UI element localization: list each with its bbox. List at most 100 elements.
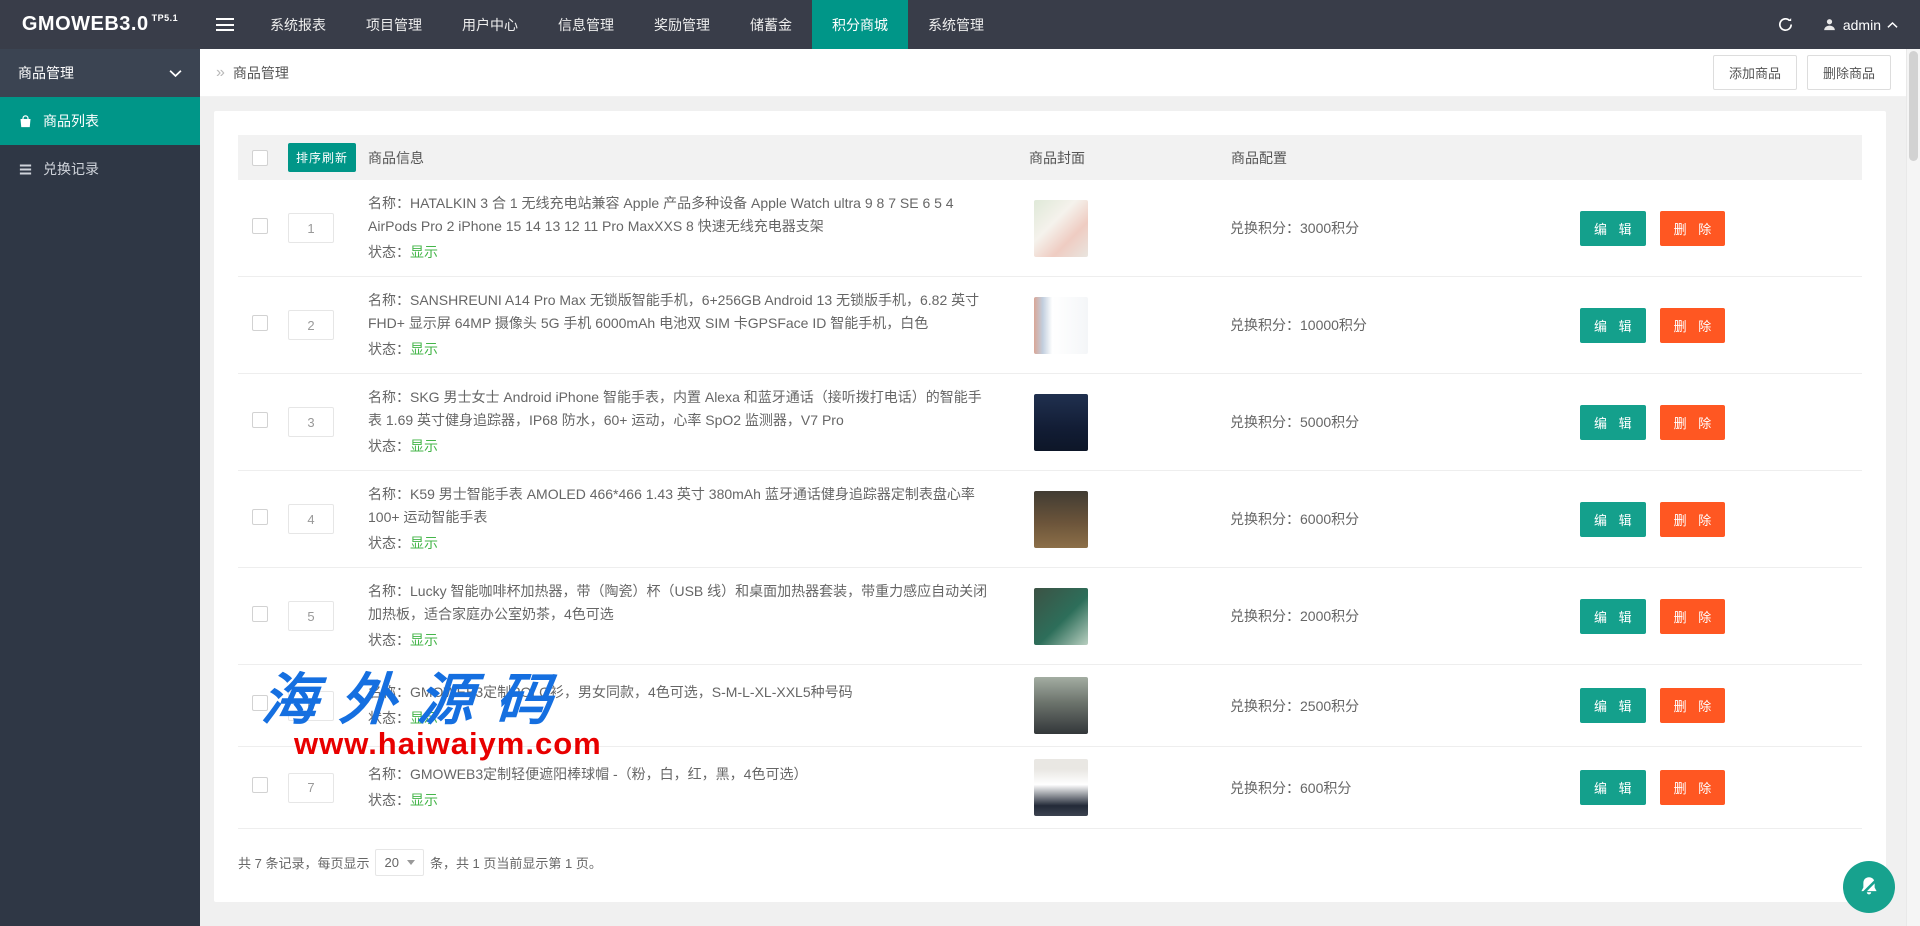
nav-item-system-manage[interactable]: 系统管理 bbox=[908, 0, 1004, 49]
delete-button[interactable]: 删 除 bbox=[1660, 502, 1726, 537]
status-toggle-link[interactable]: 显示 bbox=[410, 244, 438, 260]
name-label: 名称： bbox=[368, 583, 410, 599]
status-toggle-link[interactable]: 显示 bbox=[410, 535, 438, 551]
delete-button[interactable]: 删 除 bbox=[1660, 770, 1726, 805]
table-row: 名称：GMOWEB3定制POLO衫，男女同款，4色可选，S-M-L-XL-XXL… bbox=[238, 665, 1862, 747]
main-area: » 商品管理 添加商品 删除商品 排序刷新 商品信息 商品封面 商品配置 名称：… bbox=[200, 49, 1906, 926]
status-toggle-link[interactable]: 显示 bbox=[410, 792, 438, 808]
vertical-scrollbar[interactable] bbox=[1906, 49, 1920, 926]
table-row: 名称：HATALKIN 3 合 1 无线充电站兼容 Apple 产品多种设备 A… bbox=[238, 180, 1862, 277]
status-label: 状态： bbox=[368, 244, 410, 260]
topbar-right: admin bbox=[1761, 0, 1920, 49]
menu-collapse-button[interactable] bbox=[200, 0, 250, 49]
sort-order-input[interactable] bbox=[288, 601, 334, 631]
edit-button[interactable]: 编 辑 bbox=[1580, 405, 1646, 440]
product-name: GMOWEB3定制轻便遮阳棒球帽 -（粉，白，红，黑，4色可选） bbox=[410, 766, 807, 782]
app-logo: GMOWEB3.0TP5.1 bbox=[0, 0, 200, 49]
sidebar: 商品管理 商品列表 兑换记录 bbox=[0, 49, 200, 926]
delete-button[interactable]: 删 除 bbox=[1660, 688, 1726, 723]
delete-button[interactable]: 删 除 bbox=[1660, 308, 1726, 343]
sort-order-input[interactable] bbox=[288, 691, 334, 721]
product-cover-image bbox=[1034, 759, 1088, 816]
hamburger-icon bbox=[216, 18, 234, 31]
status-label: 状态： bbox=[368, 792, 410, 808]
product-cover-image bbox=[1034, 394, 1088, 451]
sort-refresh-button[interactable]: 排序刷新 bbox=[288, 143, 356, 172]
scrollbar-thumb[interactable] bbox=[1909, 51, 1918, 161]
row-checkbox[interactable] bbox=[252, 695, 268, 711]
per-page-select[interactable]: 20 bbox=[375, 849, 423, 876]
name-label: 名称： bbox=[368, 684, 410, 700]
column-header-product-info: 商品信息 bbox=[368, 148, 1022, 168]
edit-button[interactable]: 编 辑 bbox=[1580, 308, 1646, 343]
user-icon bbox=[1822, 17, 1837, 32]
sidebar-item-goods-list[interactable]: 商品列表 bbox=[0, 97, 200, 145]
status-toggle-link[interactable]: 显示 bbox=[410, 632, 438, 648]
sort-order-input[interactable] bbox=[288, 407, 334, 437]
user-menu[interactable]: admin bbox=[1810, 0, 1920, 49]
bell-off-icon bbox=[1856, 874, 1882, 900]
delete-product-button[interactable]: 删除商品 bbox=[1807, 55, 1891, 90]
delete-button[interactable]: 删 除 bbox=[1660, 405, 1726, 440]
status-toggle-link[interactable]: 显示 bbox=[410, 710, 438, 726]
product-name: HATALKIN 3 合 1 无线充电站兼容 Apple 产品多种设备 Appl… bbox=[368, 195, 954, 234]
bag-icon bbox=[18, 114, 33, 129]
product-cover-image bbox=[1034, 297, 1088, 354]
sidebar-group-goods-manage[interactable]: 商品管理 bbox=[0, 49, 200, 97]
add-product-button[interactable]: 添加商品 bbox=[1713, 55, 1797, 90]
points-text: 兑换积分：3000积分 bbox=[1230, 220, 1359, 236]
status-toggle-link[interactable]: 显示 bbox=[410, 341, 438, 357]
product-cover-image bbox=[1034, 491, 1088, 548]
edit-button[interactable]: 编 辑 bbox=[1580, 688, 1646, 723]
content-area: 排序刷新 商品信息 商品封面 商品配置 名称：HATALKIN 3 合 1 无线… bbox=[200, 97, 1906, 902]
status-label: 状态： bbox=[368, 438, 410, 454]
nav-item-project-manage[interactable]: 项目管理 bbox=[346, 0, 442, 49]
points-text: 兑换积分：10000积分 bbox=[1230, 317, 1367, 333]
table-row: 名称：GMOWEB3定制轻便遮阳棒球帽 -（粉，白，红，黑，4色可选） 状态：显… bbox=[238, 747, 1862, 829]
row-checkbox[interactable] bbox=[252, 412, 268, 428]
row-checkbox[interactable] bbox=[252, 509, 268, 525]
nav-item-reward-manage[interactable]: 奖励管理 bbox=[634, 0, 730, 49]
breadcrumb-bar: » 商品管理 添加商品 删除商品 bbox=[200, 49, 1906, 97]
app-logo-version: TP5.1 bbox=[152, 13, 179, 23]
edit-button[interactable]: 编 辑 bbox=[1580, 502, 1646, 537]
name-label: 名称： bbox=[368, 766, 410, 782]
edit-button[interactable]: 编 辑 bbox=[1580, 599, 1646, 634]
delete-button[interactable]: 删 除 bbox=[1660, 211, 1726, 246]
row-checkbox[interactable] bbox=[252, 606, 268, 622]
list-icon bbox=[18, 162, 33, 177]
edit-button[interactable]: 编 辑 bbox=[1580, 770, 1646, 805]
nav-item-savings[interactable]: 储蓄金 bbox=[730, 0, 812, 49]
sort-order-input[interactable] bbox=[288, 773, 334, 803]
status-toggle-link[interactable]: 显示 bbox=[410, 438, 438, 454]
sort-order-input[interactable] bbox=[288, 504, 334, 534]
row-checkbox[interactable] bbox=[252, 777, 268, 793]
product-cover-image bbox=[1034, 588, 1088, 645]
nav-item-points-mall[interactable]: 积分商城 bbox=[812, 0, 908, 49]
column-header-product-cover: 商品封面 bbox=[1022, 148, 1212, 168]
sort-order-input[interactable] bbox=[288, 310, 334, 340]
pagination: 共 7 条记录，每页显示 20 条，共 1 页当前显示第 1 页。 bbox=[238, 849, 1862, 876]
nav-item-user-center[interactable]: 用户中心 bbox=[442, 0, 538, 49]
sidebar-group-label: 商品管理 bbox=[18, 63, 74, 83]
points-text: 兑换积分：5000积分 bbox=[1230, 414, 1359, 430]
product-name: SKG 男士女士 Android iPhone 智能手表，内置 Alexa 和蓝… bbox=[368, 389, 982, 428]
row-checkbox[interactable] bbox=[252, 315, 268, 331]
points-text: 兑换积分：600积分 bbox=[1230, 780, 1351, 796]
refresh-button[interactable] bbox=[1761, 0, 1810, 49]
app-logo-text: GMOWEB3.0 bbox=[22, 13, 149, 36]
table-row: 名称：SANSHREUNI A14 Pro Max 无锁版智能手机，6+256G… bbox=[238, 277, 1862, 374]
edit-button[interactable]: 编 辑 bbox=[1580, 211, 1646, 246]
nav-item-system-report[interactable]: 系统报表 bbox=[250, 0, 346, 49]
row-checkbox[interactable] bbox=[252, 218, 268, 234]
table-row: 名称：SKG 男士女士 Android iPhone 智能手表，内置 Alexa… bbox=[238, 374, 1862, 471]
breadcrumb: 商品管理 bbox=[233, 63, 289, 83]
chevron-down-icon bbox=[169, 69, 182, 78]
select-all-checkbox[interactable] bbox=[252, 150, 268, 166]
notification-fab-button[interactable] bbox=[1843, 861, 1895, 913]
table-row: 名称：Lucky 智能咖啡杯加热器，带（陶瓷）杯（USB 线）和桌面加热器套装，… bbox=[238, 568, 1862, 665]
sort-order-input[interactable] bbox=[288, 213, 334, 243]
sidebar-item-exchange-records[interactable]: 兑换记录 bbox=[0, 145, 200, 193]
nav-item-info-manage[interactable]: 信息管理 bbox=[538, 0, 634, 49]
delete-button[interactable]: 删 除 bbox=[1660, 599, 1726, 634]
